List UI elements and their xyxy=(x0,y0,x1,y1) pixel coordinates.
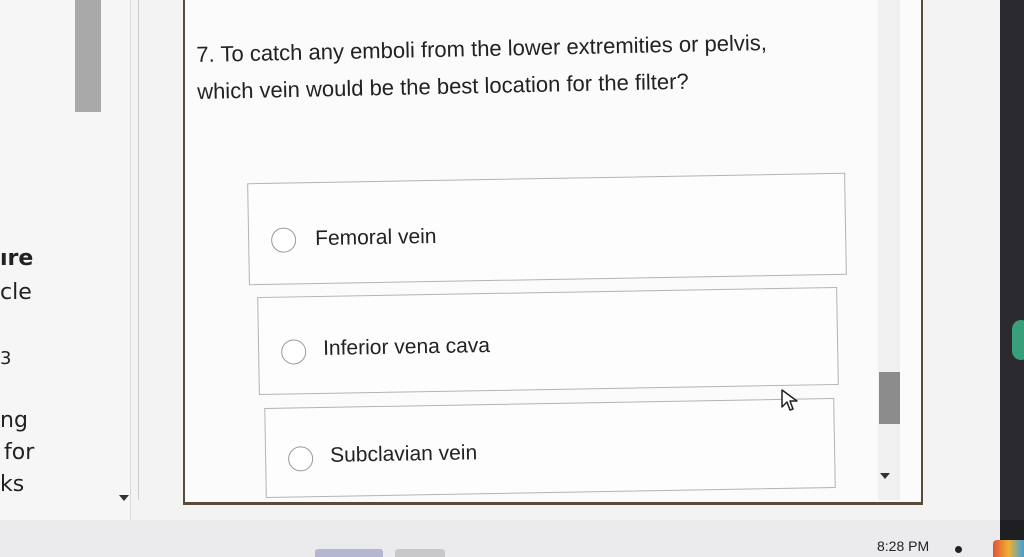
left-panel-text-4: ng xyxy=(0,408,28,433)
answer-option-label: Inferior vena cava xyxy=(322,334,491,360)
answer-option-label: Femoral vein xyxy=(314,224,437,251)
bezel-reflection xyxy=(1012,320,1024,360)
left-panel-text-3: 3 xyxy=(0,348,12,369)
left-panel-text-6: ks xyxy=(0,472,25,497)
radio-circle-icon[interactable] xyxy=(270,227,297,253)
taskbar-app-button[interactable] xyxy=(315,549,383,557)
tray-app-icon[interactable] xyxy=(993,540,1024,557)
left-panel-text-5: for xyxy=(4,440,35,465)
answer-option-femoral-vein[interactable]: Femoral vein xyxy=(247,172,847,286)
left-scrollbar-thumb[interactable] xyxy=(75,0,101,112)
left-panel-text-1: ıre xyxy=(0,246,34,271)
radio-circle-icon[interactable] xyxy=(280,339,307,365)
tray-dot-icon[interactable] xyxy=(955,546,962,553)
taskbar-clock[interactable]: 8:28 PM xyxy=(877,538,929,554)
answer-option-subclavian-vein[interactable]: Subclavian vein xyxy=(264,398,836,498)
panel-divider xyxy=(138,0,139,500)
taskbar-app-button[interactable] xyxy=(395,549,445,557)
radio-circle-icon[interactable] xyxy=(287,446,314,472)
answer-option-inferior-vena-cava[interactable]: Inferior vena cava xyxy=(257,286,839,396)
screen-bezel xyxy=(1000,0,1024,520)
answer-option-label: Subclavian vein xyxy=(329,441,478,467)
left-scroll-down-arrow-icon[interactable] xyxy=(119,495,129,501)
left-side-panel: ıre cle 3 ng for ks xyxy=(0,0,131,520)
mouse-pointer-icon xyxy=(781,389,798,411)
right-scrollbar-thumb[interactable] xyxy=(879,372,900,424)
right-scrollbar-track[interactable] xyxy=(878,0,900,500)
left-panel-text-2: cle xyxy=(0,280,32,305)
taskbar xyxy=(0,520,1000,557)
question-text: 7. To catch any emboli from the lower ex… xyxy=(196,22,877,110)
right-scroll-down-arrow-icon[interactable] xyxy=(880,473,890,479)
